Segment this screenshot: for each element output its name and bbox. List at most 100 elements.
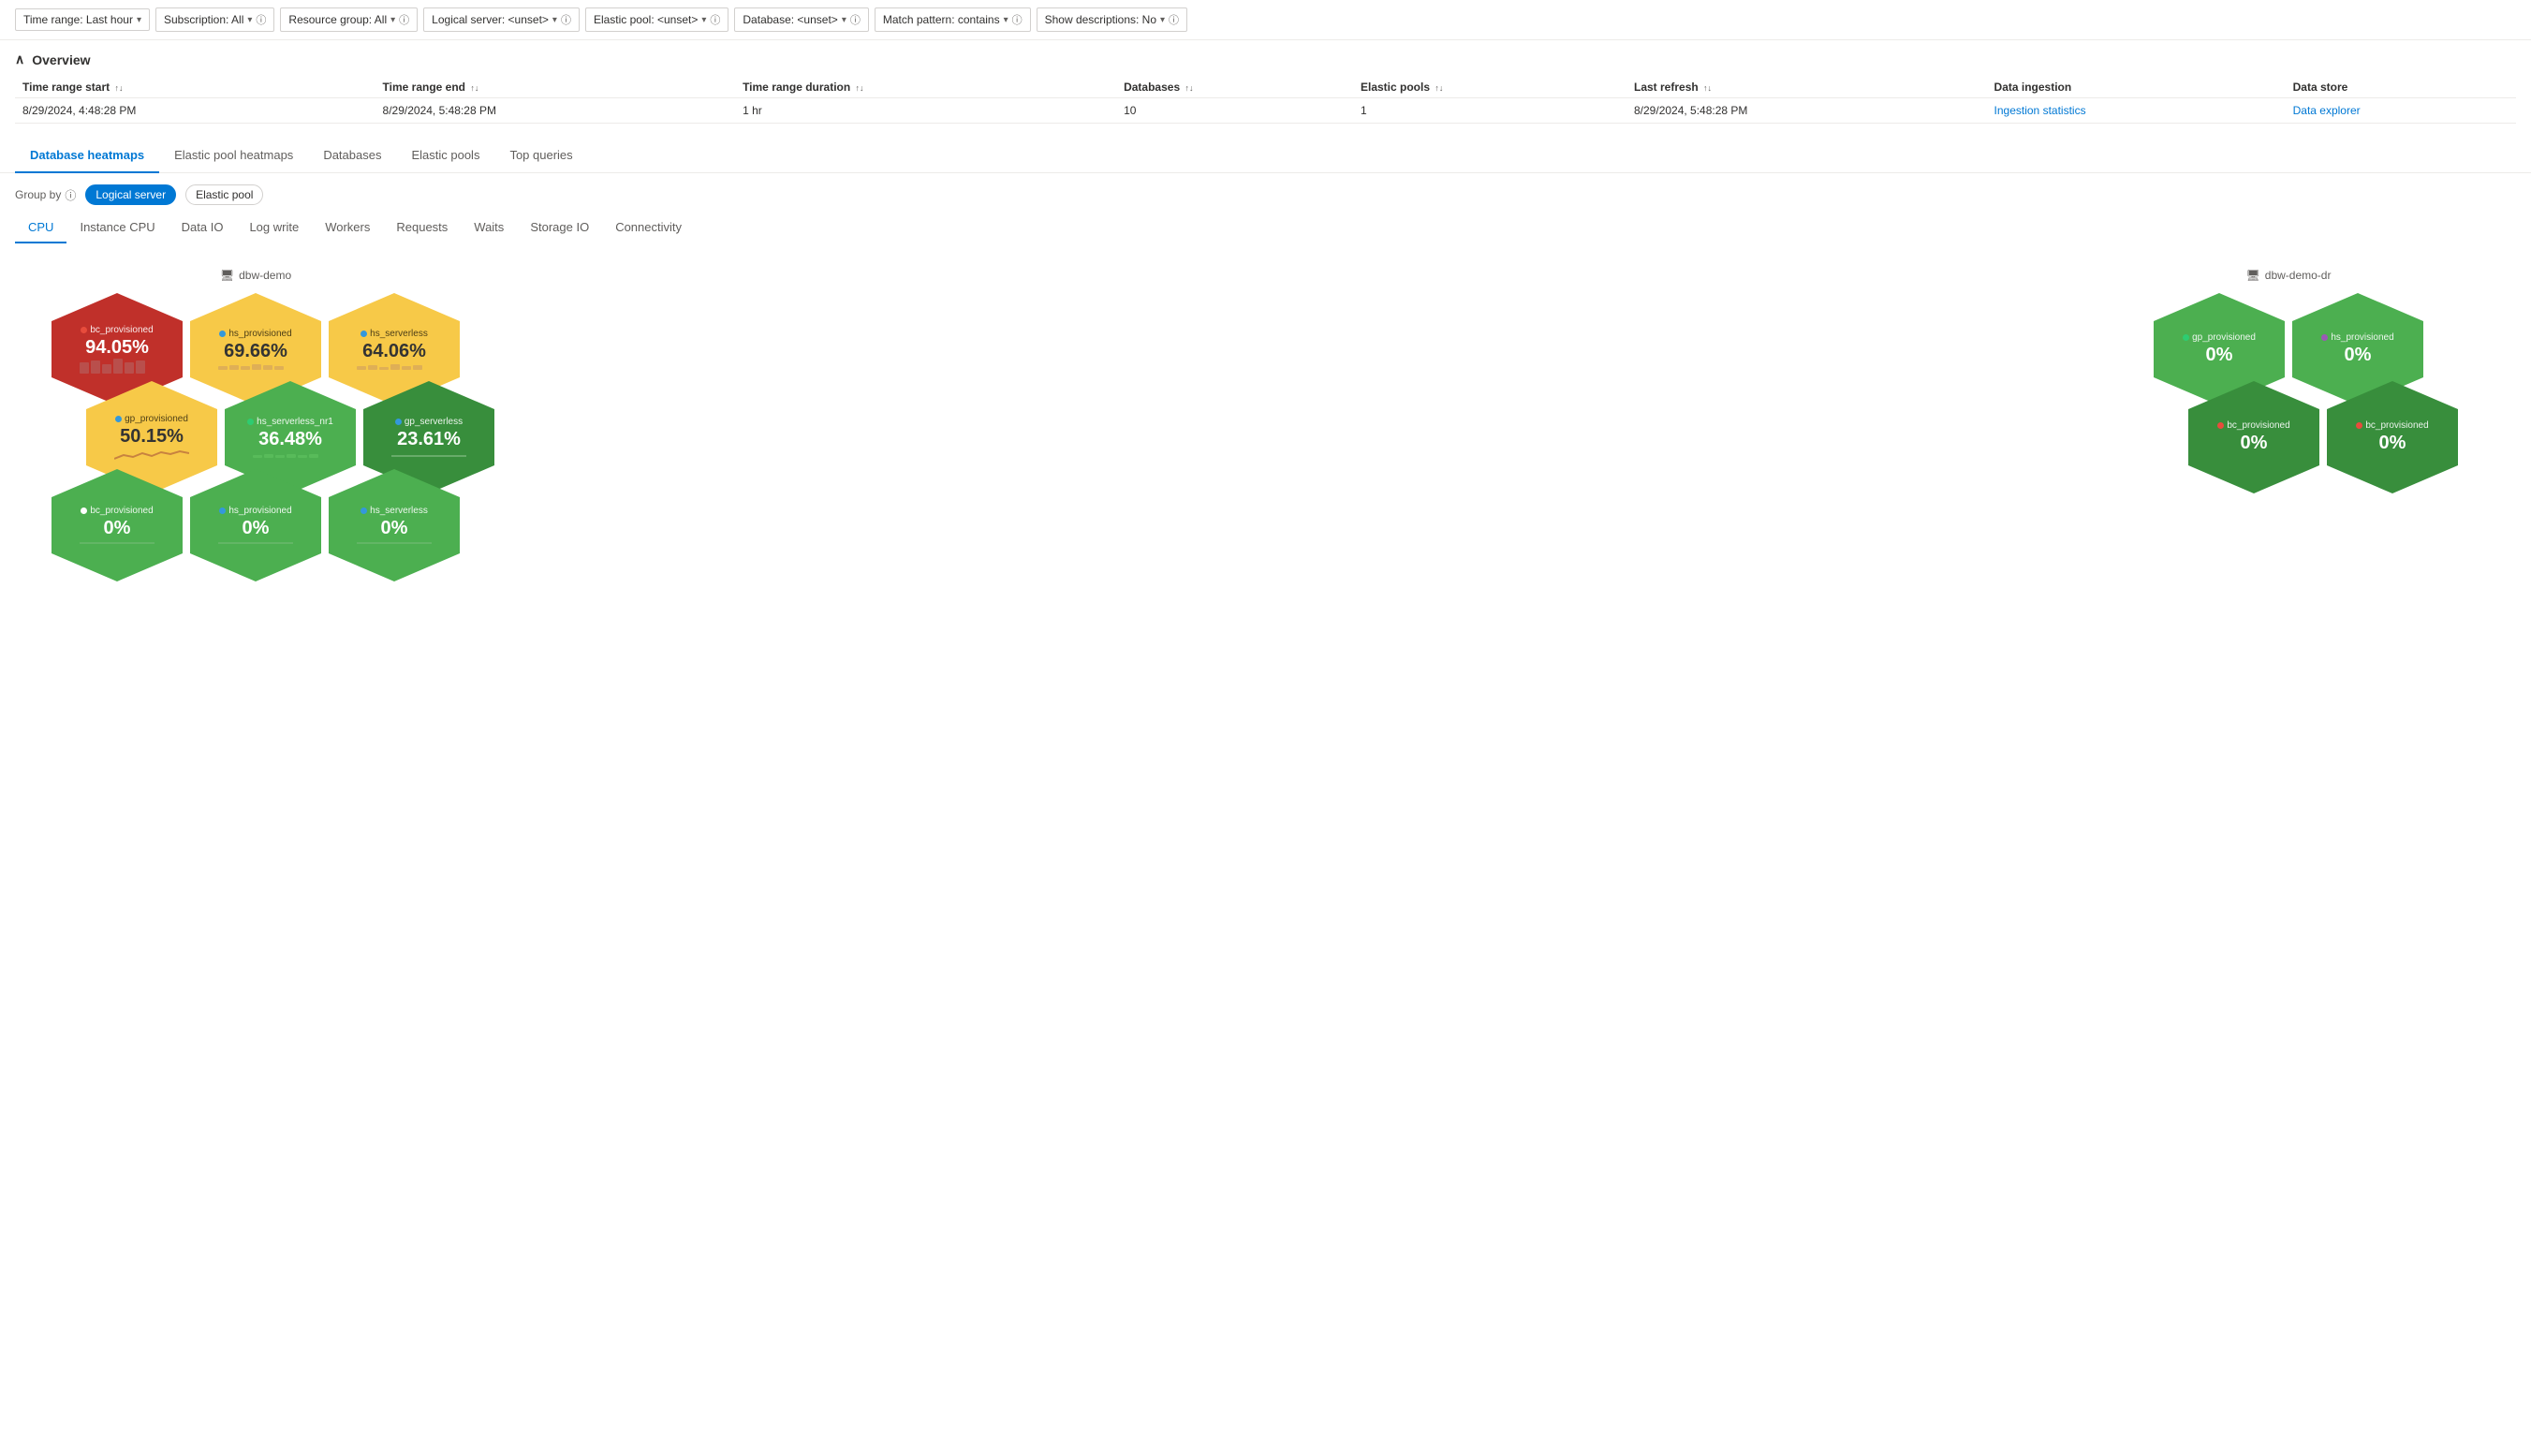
- hex-db-name: hs_provisioned: [2331, 332, 2393, 343]
- hex-db-name: hs_provisioned: [228, 506, 291, 516]
- group-by-logical-server[interactable]: Logical server: [85, 184, 176, 205]
- subtab-cpu[interactable]: CPU: [15, 213, 66, 243]
- group-by-elastic-pool[interactable]: Elastic pool: [185, 184, 263, 205]
- info-icon: ⓘ: [256, 12, 266, 27]
- logical-server-label: Logical server: <unset>: [432, 13, 549, 26]
- heatmap-group-left: 🖥 dbw-demo bc_provisioned 94.05%: [15, 269, 496, 583]
- sort-icon: ↑↓: [856, 83, 864, 93]
- col-data-store: Data store: [2286, 77, 2516, 98]
- logical-server-filter[interactable]: Logical server: <unset> ▾ ⓘ: [423, 7, 580, 32]
- hex-value: 23.61%: [397, 429, 461, 450]
- subtab-requests[interactable]: Requests: [383, 213, 461, 243]
- ingestion-statistics-link[interactable]: Ingestion statistics: [1994, 104, 2086, 117]
- col-last-refresh[interactable]: Last refresh ↑↓: [1626, 77, 1987, 98]
- info-icon: ⓘ: [1012, 12, 1023, 27]
- hex-db-name: hs_provisioned: [228, 329, 291, 339]
- elastic-pool-filter[interactable]: Elastic pool: <unset> ▾ ⓘ: [585, 7, 728, 32]
- subtab-instance-cpu[interactable]: Instance CPU: [66, 213, 168, 243]
- subtab-workers[interactable]: Workers: [312, 213, 383, 243]
- col-time-end[interactable]: Time range end ↑↓: [375, 77, 736, 98]
- hex-value: 69.66%: [224, 341, 287, 362]
- tab-top-queries[interactable]: Top queries: [494, 139, 587, 173]
- chevron-down-icon: ▾: [137, 15, 141, 25]
- info-icon: ⓘ: [399, 12, 409, 27]
- last-refresh-value: 8/29/2024, 5:48:28 PM: [1626, 98, 1987, 124]
- hex-db-name: gp_serverless: [405, 417, 463, 427]
- database-label: Database: <unset>: [743, 13, 837, 26]
- info-icon: ⓘ: [1169, 12, 1179, 27]
- col-databases[interactable]: Databases ↑↓: [1116, 77, 1353, 98]
- hex-value: 0%: [2241, 433, 2268, 454]
- chevron-down-icon: ▾: [842, 15, 846, 25]
- database-filter[interactable]: Database: <unset> ▾ ⓘ: [734, 7, 868, 32]
- hex-value: 0%: [2379, 433, 2406, 454]
- data-explorer-link[interactable]: Data explorer: [2293, 104, 2361, 117]
- subscription-filter[interactable]: Subscription: All ▾ ⓘ: [155, 7, 274, 32]
- chevron-down-icon: ▾: [701, 15, 706, 25]
- show-descriptions-label: Show descriptions: No: [1045, 13, 1156, 26]
- tab-elastic-pool-heatmaps[interactable]: Elastic pool heatmaps: [159, 139, 308, 173]
- server-label-left: 🖥 dbw-demo: [220, 269, 291, 282]
- hex-value: 36.48%: [258, 429, 322, 450]
- subtab-storage-io[interactable]: Storage IO: [517, 213, 602, 243]
- table-row: 8/29/2024, 4:48:28 PM 8/29/2024, 5:48:28…: [15, 98, 2516, 124]
- sub-tabs: CPU Instance CPU Data IO Log write Worke…: [0, 213, 2531, 243]
- overview-section: ∧ Overview Time range start ↑↓ Time rang…: [0, 40, 2531, 135]
- chevron-down-icon: ▾: [247, 15, 252, 25]
- chevron-up-icon: ∧: [15, 51, 24, 67]
- heatmap-group-right: 🖥 dbw-demo-dr gp_provisioned 0%: [2117, 269, 2460, 495]
- show-descriptions-filter[interactable]: Show descriptions: No ▾ ⓘ: [1037, 7, 1187, 32]
- hex-db-name: hs_serverless_nr1: [257, 417, 333, 427]
- sort-icon: ↑↓: [1703, 83, 1712, 93]
- server-icon: 🖥: [220, 269, 234, 282]
- col-duration[interactable]: Time range duration ↑↓: [735, 77, 1116, 98]
- elastic-pools-value: 1: [1353, 98, 1626, 124]
- filter-bar: Time range: Last hour ▾ Subscription: Al…: [0, 0, 2531, 40]
- hex-db-name: gp_provisioned: [125, 414, 188, 424]
- chevron-down-icon: ▾: [1004, 15, 1008, 25]
- hex-value: 64.06%: [362, 341, 426, 362]
- overview-table: Time range start ↑↓ Time range end ↑↓ Ti…: [15, 77, 2516, 124]
- server-icon: 🖥: [2246, 269, 2260, 282]
- hex-db-name: hs_serverless: [370, 506, 428, 516]
- resource-group-label: Resource group: All: [288, 13, 387, 26]
- hex-value: 0%: [243, 518, 270, 539]
- hex-db-name: bc_provisioned: [2227, 420, 2289, 431]
- group-by-row: Group by ⓘ Logical server Elastic pool: [0, 173, 2531, 213]
- subtab-waits[interactable]: Waits: [461, 213, 517, 243]
- overview-toggle[interactable]: ∧ Overview: [15, 51, 2516, 67]
- resource-group-filter[interactable]: Resource group: All ▾ ⓘ: [280, 7, 418, 32]
- elastic-pool-label: Elastic pool: <unset>: [594, 13, 698, 26]
- server-label-right: 🖥 dbw-demo-dr: [2246, 269, 2332, 282]
- tab-databases[interactable]: Databases: [308, 139, 396, 173]
- match-pattern-label: Match pattern: contains: [883, 13, 1000, 26]
- sparkline: [391, 450, 466, 458]
- hex-db-name: gp_provisioned: [2192, 332, 2256, 343]
- hex-db-name: bc_provisioned: [2365, 420, 2428, 431]
- subtab-data-io[interactable]: Data IO: [169, 213, 237, 243]
- sort-icon: ↑↓: [470, 83, 478, 93]
- match-pattern-filter[interactable]: Match pattern: contains ▾ ⓘ: [875, 7, 1031, 32]
- heatmap-area: 🖥 dbw-demo bc_provisioned 94.05%: [0, 250, 2531, 602]
- sparkline: [114, 448, 189, 461]
- col-elastic-pools[interactable]: Elastic pools ↑↓: [1353, 77, 1626, 98]
- time-range-filter[interactable]: Time range: Last hour ▾: [15, 8, 150, 31]
- databases-value: 10: [1116, 98, 1353, 124]
- hex-db-name: bc_provisioned: [90, 506, 153, 516]
- hex-value: 0%: [104, 518, 131, 539]
- time-range-label: Time range: Last hour: [23, 13, 133, 26]
- chevron-down-icon: ▾: [552, 15, 557, 25]
- chevron-down-icon: ▾: [390, 15, 395, 25]
- tab-database-heatmaps[interactable]: Database heatmaps: [15, 139, 159, 173]
- subtab-log-write[interactable]: Log write: [236, 213, 312, 243]
- subtab-connectivity[interactable]: Connectivity: [602, 213, 695, 243]
- hex-db-name: bc_provisioned: [90, 325, 153, 335]
- data-store-link-cell: Data explorer: [2286, 98, 2516, 124]
- col-time-start[interactable]: Time range start ↑↓: [15, 77, 375, 98]
- duration-value: 1 hr: [735, 98, 1116, 124]
- hex-value: 0%: [2206, 345, 2233, 366]
- hex-value: 0%: [2345, 345, 2372, 366]
- chevron-down-icon: ▾: [1160, 15, 1165, 25]
- overview-title: Overview: [32, 52, 90, 67]
- tab-elastic-pools[interactable]: Elastic pools: [396, 139, 494, 173]
